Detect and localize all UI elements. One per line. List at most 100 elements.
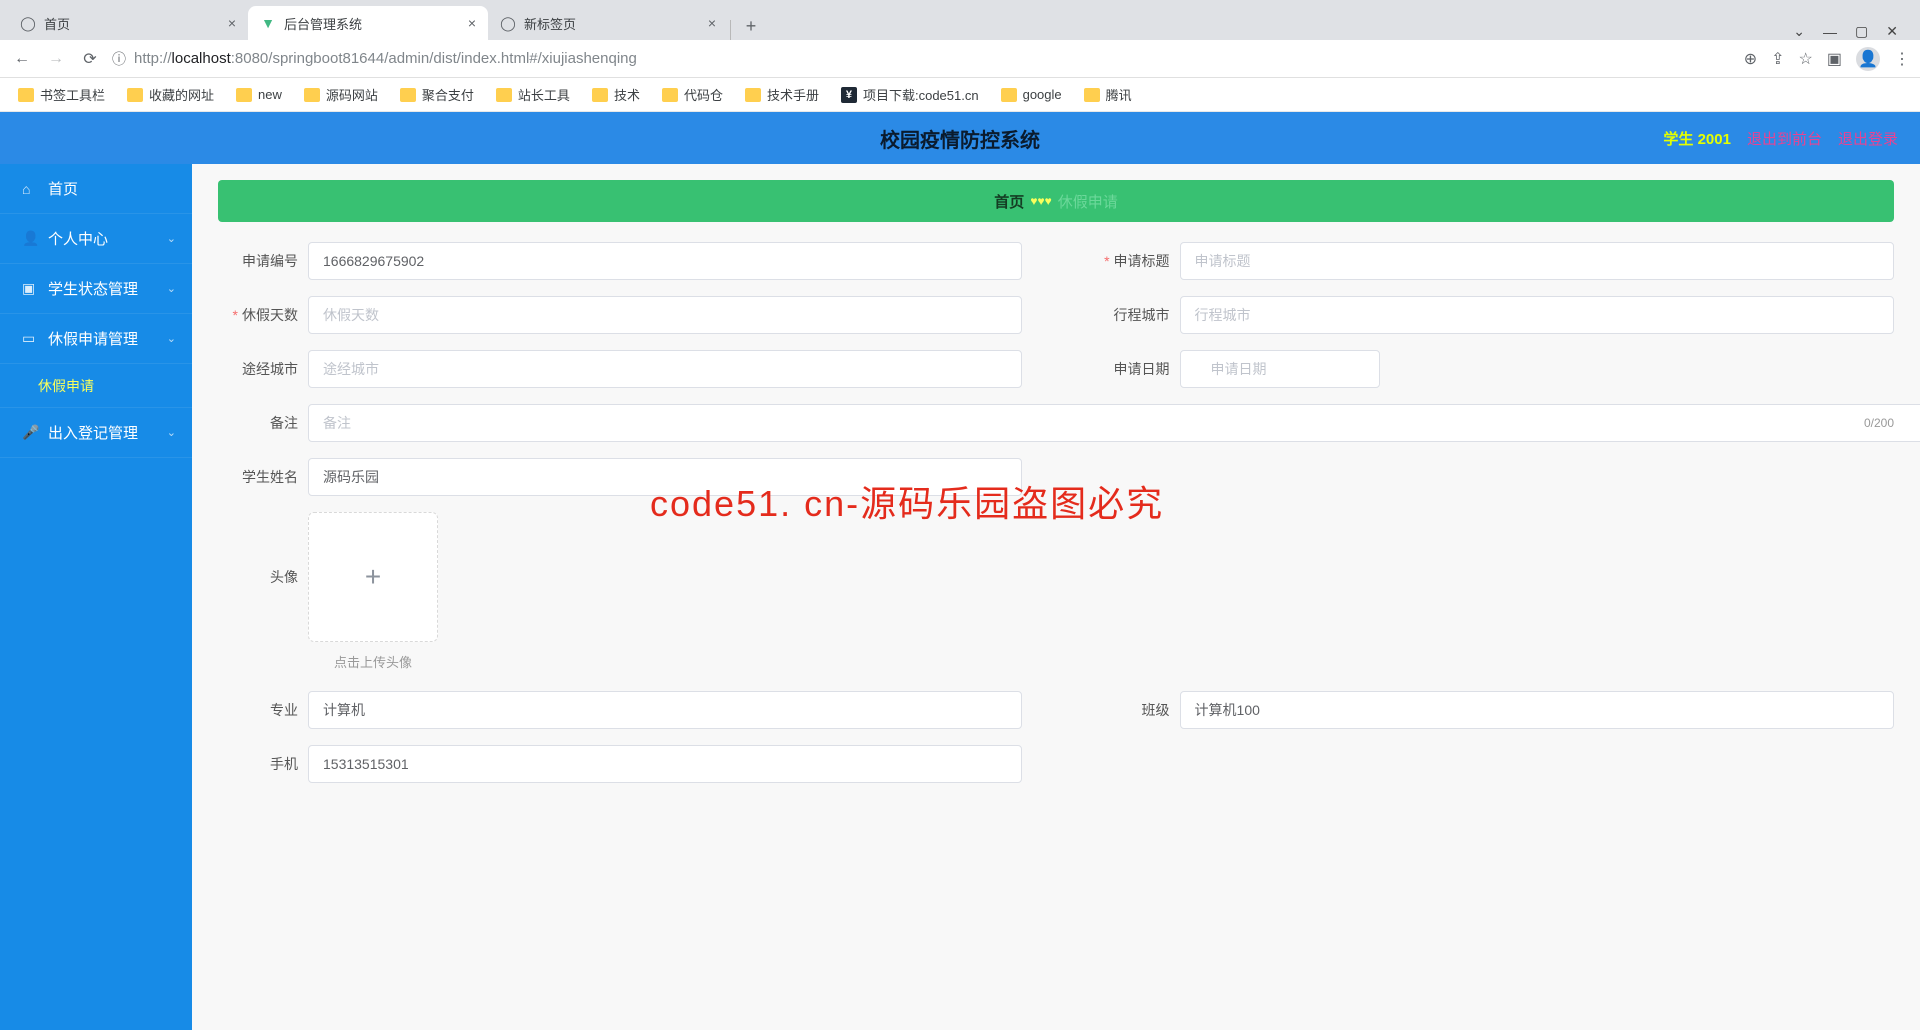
close-icon[interactable]: × bbox=[228, 15, 236, 31]
apply-no-input[interactable] bbox=[308, 242, 1022, 280]
new-tab-button[interactable]: + bbox=[737, 12, 765, 40]
student-name-input[interactable] bbox=[308, 458, 1022, 496]
app-title: 校园疫情防控系统 bbox=[880, 124, 1040, 153]
label-remark: 备注 bbox=[218, 413, 298, 433]
breadcrumb: 首页 ♥♥♥ 休假申请 bbox=[218, 180, 1894, 222]
close-icon[interactable]: × bbox=[468, 15, 476, 31]
label-phone: 手机 bbox=[218, 754, 298, 774]
major-input[interactable] bbox=[308, 691, 1022, 729]
folder-icon bbox=[1001, 88, 1017, 102]
remark-input[interactable] bbox=[308, 404, 1920, 442]
label-travel-city: 行程城市 bbox=[1090, 305, 1170, 325]
sidebar-item-home[interactable]: ⌂ 首页 bbox=[0, 164, 192, 214]
bookmarks-bar: 书签工具栏 收藏的网址 new 源码网站 聚合支付 站长工具 技术 代码仓 技术… bbox=[0, 78, 1920, 112]
tab-title: 首页 bbox=[44, 14, 70, 33]
user-info: 学生 2001 bbox=[1663, 128, 1731, 149]
chevron-down-icon[interactable]: ⌄ bbox=[1793, 23, 1805, 40]
zoom-icon[interactable]: ⊕ bbox=[1744, 49, 1757, 69]
globe-icon: ◯ bbox=[500, 15, 516, 31]
home-icon: ⌂ bbox=[22, 181, 38, 197]
tab-title: 新标签页 bbox=[524, 14, 576, 33]
avatar-upload[interactable]: + bbox=[308, 512, 438, 642]
display-icon: ▭ bbox=[22, 330, 38, 347]
bookmark-item[interactable]: 技术 bbox=[592, 85, 640, 104]
bookmark-item[interactable]: 站长工具 bbox=[496, 85, 570, 104]
bookmark-item[interactable]: google bbox=[1001, 87, 1062, 102]
sidebar-item-leave-apply[interactable]: 休假申请 bbox=[0, 364, 192, 408]
label-student-name: 学生姓名 bbox=[218, 467, 298, 487]
bookmark-item[interactable]: 腾讯 bbox=[1084, 85, 1132, 104]
bookmark-item[interactable]: 聚合支付 bbox=[400, 85, 474, 104]
apply-title-input[interactable] bbox=[1180, 242, 1894, 280]
label-class: 班级 bbox=[1090, 700, 1170, 720]
logout-link[interactable]: 退出登录 bbox=[1838, 128, 1898, 149]
minimize-icon[interactable]: — bbox=[1823, 24, 1837, 40]
class-input[interactable] bbox=[1180, 691, 1894, 729]
browser-tab[interactable]: ◯ 首页 × bbox=[8, 6, 248, 40]
chevron-down-icon: ⌄ bbox=[167, 332, 176, 345]
folder-icon bbox=[304, 88, 320, 102]
travel-city-input[interactable] bbox=[1180, 296, 1894, 334]
bookmark-item[interactable]: 技术手册 bbox=[745, 85, 819, 104]
main-content: 首页 ♥♥♥ 休假申请 申请编号 *申请标题 *休假天数 行程城市 途经城市 bbox=[192, 164, 1920, 1030]
extension-icon[interactable]: ▣ bbox=[1827, 49, 1842, 69]
label-apply-date: 申请日期 bbox=[1090, 359, 1170, 379]
char-counter: 0/200 bbox=[1864, 416, 1894, 430]
maximize-icon[interactable]: ▢ bbox=[1855, 23, 1868, 40]
bookmark-item[interactable]: new bbox=[236, 87, 282, 102]
site-icon: ¥ bbox=[841, 87, 857, 103]
sidebar-item-personal[interactable]: 👤 个人中心 ⌄ bbox=[0, 214, 192, 264]
star-icon[interactable]: ☆ bbox=[1799, 49, 1813, 69]
hearts-icon: ♥♥♥ bbox=[1030, 194, 1051, 208]
close-window-icon[interactable]: ✕ bbox=[1886, 23, 1898, 40]
plus-icon: + bbox=[365, 561, 381, 593]
folder-icon bbox=[496, 88, 512, 102]
bookmark-item[interactable]: 源码网站 bbox=[304, 85, 378, 104]
browser-tab-bar: ◯ 首页 × ▼ 后台管理系统 × ◯ 新标签页 × + ⌄ — ▢ ✕ bbox=[0, 0, 1920, 40]
chevron-down-icon: ⌄ bbox=[167, 282, 176, 295]
vue-icon: ▼ bbox=[260, 15, 276, 31]
folder-icon bbox=[236, 88, 252, 102]
folder-icon bbox=[1084, 88, 1100, 102]
menu-icon[interactable]: ⋮ bbox=[1894, 49, 1910, 69]
forward-button[interactable]: → bbox=[44, 47, 68, 71]
bookmark-item[interactable]: ¥项目下载:code51.cn bbox=[841, 85, 979, 104]
folder-icon bbox=[592, 88, 608, 102]
label-leave-days: *休假天数 bbox=[218, 305, 298, 325]
chevron-down-icon: ⌄ bbox=[167, 426, 176, 439]
leave-days-input[interactable] bbox=[308, 296, 1022, 334]
sidebar-item-inout[interactable]: 🎤 出入登记管理 ⌄ bbox=[0, 408, 192, 458]
folder-icon bbox=[662, 88, 678, 102]
label-apply-no: 申请编号 bbox=[218, 251, 298, 271]
share-icon[interactable]: ⇪ bbox=[1771, 49, 1784, 69]
browser-tab-active[interactable]: ▼ 后台管理系统 × bbox=[248, 6, 488, 40]
folder-icon bbox=[400, 88, 416, 102]
via-city-input[interactable] bbox=[308, 350, 1022, 388]
bookmark-item[interactable]: 收藏的网址 bbox=[127, 85, 214, 104]
close-icon[interactable]: × bbox=[708, 15, 716, 31]
folder-icon bbox=[18, 88, 34, 102]
browser-tab[interactable]: ◯ 新标签页 × bbox=[488, 6, 728, 40]
profile-icon[interactable]: 👤 bbox=[1856, 47, 1880, 71]
logout-front-link[interactable]: 退出到前台 bbox=[1747, 128, 1822, 149]
reload-button[interactable]: ⟳ bbox=[78, 47, 102, 71]
app-header: 校园疫情防控系统 学生 2001 退出到前台 退出登录 bbox=[0, 112, 1920, 164]
bookmark-item[interactable]: 书签工具栏 bbox=[18, 85, 105, 104]
label-apply-title: *申请标题 bbox=[1090, 251, 1170, 271]
chevron-down-icon: ⌄ bbox=[167, 232, 176, 245]
url-input[interactable]: ⓘ http://localhost:8080/springboot81644/… bbox=[112, 49, 1734, 69]
user-icon: 👤 bbox=[22, 230, 38, 247]
breadcrumb-home[interactable]: 首页 bbox=[994, 191, 1024, 212]
sidebar-item-leave-mgmt[interactable]: ▭ 休假申请管理 ⌄ bbox=[0, 314, 192, 364]
label-major: 专业 bbox=[218, 700, 298, 720]
leave-form: 申请编号 *申请标题 *休假天数 行程城市 途经城市 申请日期 bbox=[218, 242, 1894, 799]
bookmark-item[interactable]: 代码仓 bbox=[662, 85, 723, 104]
sidebar-item-student-status[interactable]: ▣ 学生状态管理 ⌄ bbox=[0, 264, 192, 314]
label-avatar: 头像 bbox=[218, 567, 298, 587]
apply-date-input[interactable] bbox=[1180, 350, 1380, 388]
breadcrumb-current: 休假申请 bbox=[1058, 191, 1118, 212]
back-button[interactable]: ← bbox=[10, 47, 34, 71]
label-via-city: 途经城市 bbox=[218, 359, 298, 379]
phone-input[interactable] bbox=[308, 745, 1022, 783]
tab-title: 后台管理系统 bbox=[284, 14, 362, 33]
